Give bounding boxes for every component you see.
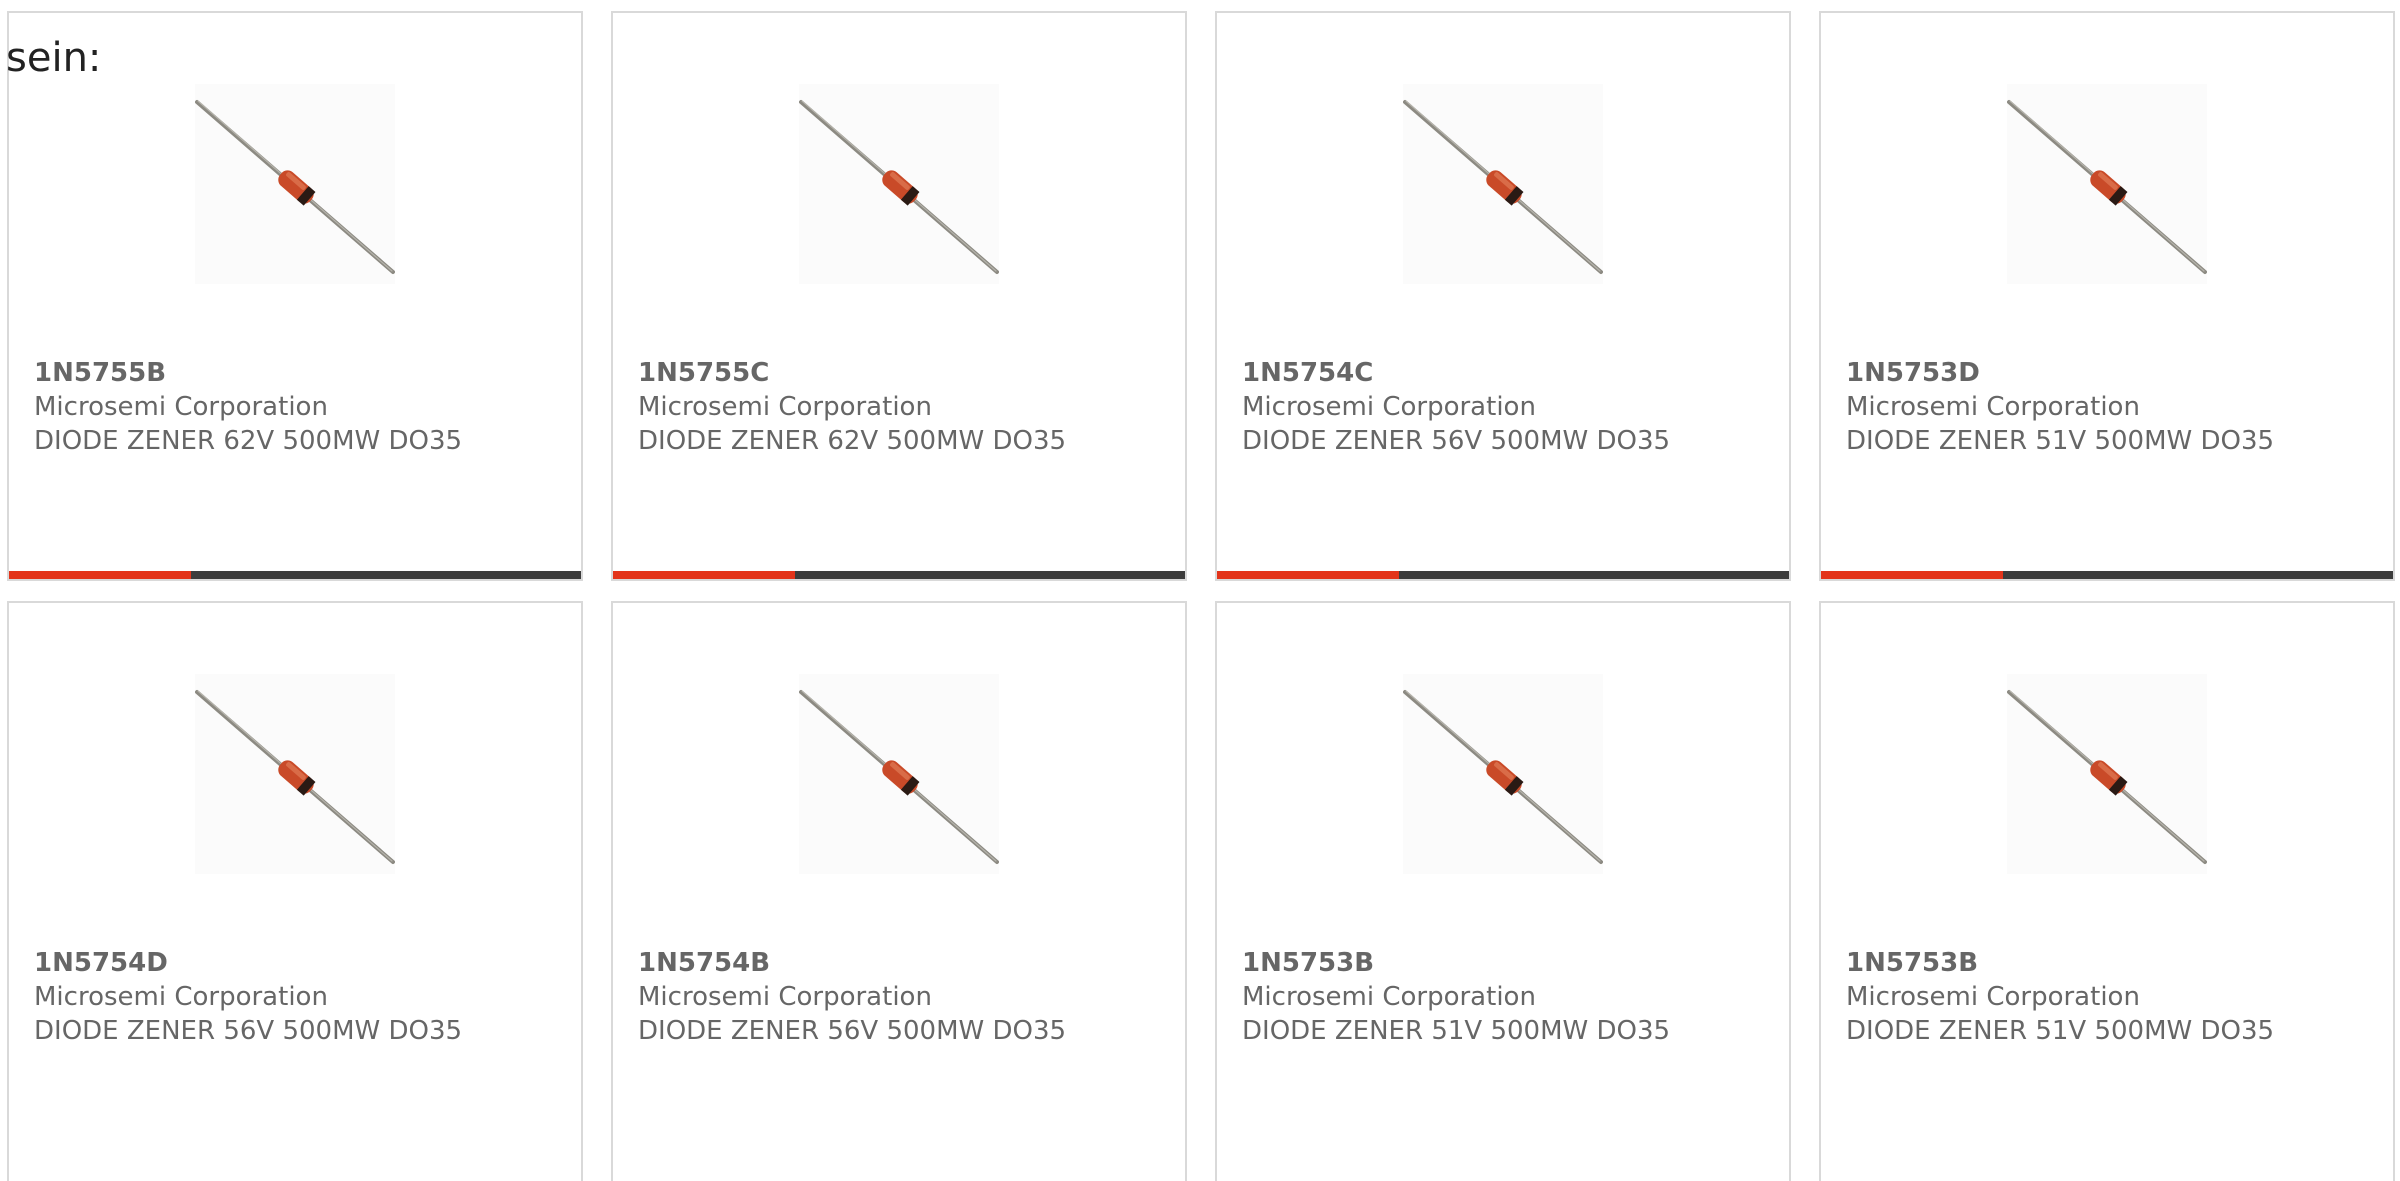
product-description: DIODE ZENER 56V 500MW DO35 [638, 1016, 1067, 1046]
product-description: DIODE ZENER 62V 500MW DO35 [638, 426, 1067, 456]
card-footer-bar [9, 571, 581, 579]
product-card[interactable]: 1N5753B Microsemi Corporation DIODE ZENE… [1215, 601, 1791, 1181]
manufacturer: Microsemi Corporation [638, 982, 932, 1012]
product-info: 1N5753B Microsemi Corporation DIODE ZENE… [1846, 946, 2274, 1048]
manufacturer: Microsemi Corporation [1846, 392, 2140, 422]
part-number[interactable]: 1N5754B [638, 946, 1066, 980]
card-footer-bar [1821, 571, 2393, 579]
part-number[interactable]: 1N5753B [1242, 946, 1670, 980]
zener-diode-do35-icon [799, 84, 999, 284]
product-info: 1N5754B Microsemi Corporation DIODE ZENE… [638, 946, 1066, 1048]
product-grid: 1N5755B Microsemi Corporation DIODE ZENE… [0, 0, 2400, 1181]
product-description: DIODE ZENER 51V 500MW DO35 [1846, 1016, 2275, 1046]
manufacturer: Microsemi Corporation [1242, 392, 1536, 422]
part-number[interactable]: 1N5754D [34, 946, 462, 980]
card-footer-accent [9, 571, 191, 579]
zener-diode-do35-icon [2007, 674, 2207, 874]
product-info: 1N5753D Microsemi Corporation DIODE ZENE… [1846, 356, 2274, 458]
product-info: 1N5755C Microsemi Corporation DIODE ZENE… [638, 356, 1066, 458]
product-card[interactable]: 1N5755B Microsemi Corporation DIODE ZENE… [7, 11, 583, 581]
manufacturer: Microsemi Corporation [34, 982, 328, 1012]
product-card[interactable]: 1N5754B Microsemi Corporation DIODE ZENE… [611, 601, 1187, 1181]
part-number[interactable]: 1N5755B [34, 356, 462, 390]
part-number[interactable]: 1N5753D [1846, 356, 2274, 390]
card-footer-accent [1217, 571, 1399, 579]
manufacturer: Microsemi Corporation [34, 392, 328, 422]
zener-diode-do35-icon [195, 84, 395, 284]
part-number[interactable]: 1N5753B [1846, 946, 2274, 980]
zener-diode-do35-icon [799, 674, 999, 874]
product-card[interactable]: 1N5755C Microsemi Corporation DIODE ZENE… [611, 11, 1187, 581]
manufacturer: Microsemi Corporation [1242, 982, 1536, 1012]
zener-diode-do35-icon [195, 674, 395, 874]
zener-diode-do35-icon [2007, 84, 2207, 284]
product-card[interactable]: 1N5753B Microsemi Corporation DIODE ZENE… [1819, 601, 2395, 1181]
part-number[interactable]: 1N5755C [638, 356, 1066, 390]
manufacturer: Microsemi Corporation [638, 392, 932, 422]
product-info: 1N5753B Microsemi Corporation DIODE ZENE… [1242, 946, 1670, 1048]
manufacturer: Microsemi Corporation [1846, 982, 2140, 1012]
product-description: DIODE ZENER 51V 500MW DO35 [1846, 426, 2275, 456]
product-card[interactable]: 1N5754D Microsemi Corporation DIODE ZENE… [7, 601, 583, 1181]
product-info: 1N5754C Microsemi Corporation DIODE ZENE… [1242, 356, 1670, 458]
product-description: DIODE ZENER 56V 500MW DO35 [34, 1016, 463, 1046]
card-footer-bar [613, 571, 1185, 579]
product-info: 1N5754D Microsemi Corporation DIODE ZENE… [34, 946, 462, 1048]
card-footer-bar [1217, 571, 1789, 579]
card-footer-accent [613, 571, 795, 579]
product-description: DIODE ZENER 51V 500MW DO35 [1242, 1016, 1671, 1046]
product-description: DIODE ZENER 62V 500MW DO35 [34, 426, 463, 456]
intro-text: sein: [6, 35, 102, 81]
zener-diode-do35-icon [1403, 674, 1603, 874]
product-info: 1N5755B Microsemi Corporation DIODE ZENE… [34, 356, 462, 458]
product-description: DIODE ZENER 56V 500MW DO35 [1242, 426, 1671, 456]
zener-diode-do35-icon [1403, 84, 1603, 284]
part-number[interactable]: 1N5754C [1242, 356, 1670, 390]
product-card[interactable]: 1N5753D Microsemi Corporation DIODE ZENE… [1819, 11, 2395, 581]
product-card[interactable]: 1N5754C Microsemi Corporation DIODE ZENE… [1215, 11, 1791, 581]
card-footer-accent [1821, 571, 2003, 579]
